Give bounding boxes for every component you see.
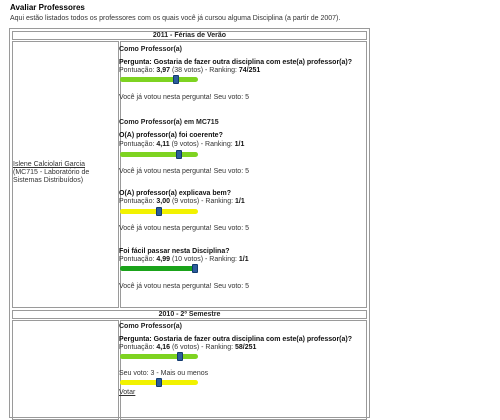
score-value: 3,00 (156, 198, 170, 205)
already-voted-text: Você já votou nesta pergunta! Seu voto: … (119, 225, 249, 232)
score-label: Pontuação: (119, 141, 157, 148)
vote-button[interactable]: Votar (119, 389, 135, 396)
rating-fill (120, 209, 159, 214)
rating-fill (120, 152, 181, 157)
question-text: O(A) professor(a) foi coerente? (119, 132, 223, 139)
score-label: Pontuação: (119, 198, 157, 205)
score-label: Pontuação: (119, 67, 157, 74)
ranking-label: - Ranking: (203, 256, 239, 263)
rating-handle (177, 352, 183, 361)
teacher-cell (12, 320, 119, 420)
score-value: 3,97 (156, 67, 170, 74)
rating-fill (120, 354, 182, 359)
vote-count: (9 votos) (171, 141, 199, 148)
vote-count: (38 votos) (171, 67, 204, 74)
ranking-label: - Ranking: (203, 67, 239, 74)
rating-slider (120, 264, 198, 273)
section-header-2010-2nd: 2010 - 2º Semestre (12, 310, 367, 319)
rating-handle (173, 75, 179, 84)
rating-fill (120, 266, 198, 271)
already-voted-text: Você já votou nesta pergunta! Seu voto: … (119, 94, 249, 101)
question-score: Pontuação: 3,00 (9 votos) - Ranking: 1/1 (119, 198, 245, 205)
score-value: 4,11 (156, 141, 170, 148)
teacher-info: Islene Calciolari Garcia (MC715 - Labora… (13, 161, 117, 185)
question-score: Pontuação: 4,99 (10 votos) - Ranking: 1/… (119, 256, 249, 263)
question-score: Pontuação: 4,11 (9 votos) - Ranking: 1/1 (119, 141, 244, 148)
rating-handle (176, 150, 182, 159)
ranking-value: 74/251 (238, 67, 261, 74)
intro-text: Aqui estão listados todos os professores… (10, 15, 341, 22)
evaluation-table: 2011 - Férias de Verão Islene Calciolari… (9, 28, 370, 420)
ranking-label: - Ranking: (199, 344, 235, 351)
ranking-value: 1/1 (238, 256, 249, 263)
rating-slider (120, 150, 198, 159)
score-label: Pontuação: (119, 344, 157, 351)
page-title: Avaliar Professores (10, 3, 85, 12)
ranking-value: 1/1 (234, 141, 245, 148)
teacher-course: (MC715 - Laboratório de Sistemas Distrib… (13, 169, 90, 184)
rating-handle (192, 264, 198, 273)
ranking-label: - Ranking: (198, 141, 235, 148)
vote-slider-handle[interactable] (156, 378, 162, 387)
rating-handle (156, 207, 162, 216)
vote-slider[interactable] (120, 378, 198, 387)
vote-count: (9 votos) (171, 198, 200, 205)
vote-count: (6 votos) (171, 344, 200, 351)
ranking-value: 58/251 (234, 344, 257, 351)
your-vote-text: Seu voto: 3 - Mais ou menos (119, 370, 209, 377)
score-value: 4,99 (156, 256, 170, 263)
ranking-label: - Ranking: (199, 198, 235, 205)
question-text: Pergunta: Gostaria de fazer outra discip… (119, 59, 352, 66)
rating-slider (120, 207, 198, 216)
group-title: Como Professor(a) (119, 323, 183, 330)
rating-slider (120, 352, 198, 361)
section-header-2011-summer: 2011 - Férias de Verão (12, 31, 367, 40)
score-label: Pontuação: (119, 256, 157, 263)
score-value: 4,16 (156, 344, 170, 351)
rating-slider (120, 75, 198, 84)
teacher-name-link[interactable]: Islene Calciolari Garcia (13, 161, 85, 168)
question-text: Pergunta: Gostaria de fazer outra discip… (119, 336, 352, 343)
ranking-value: 1/1 (234, 198, 245, 205)
question-text: O(A) professor(a) explicava bem? (119, 190, 232, 197)
rating-fill (120, 77, 178, 82)
question-score: Pontuação: 4,16 (6 votos) - Ranking: 58/… (119, 344, 256, 351)
group-title: Como Professor(a) (119, 46, 183, 53)
vote-fill (120, 380, 159, 385)
group-title: Como Professor(a) em MC715 (119, 119, 219, 126)
already-voted-text: Você já votou nesta pergunta! Seu voto: … (119, 283, 249, 290)
question-score: Pontuação: 3,97 (38 votos) - Ranking: 74… (119, 67, 260, 74)
question-text: Foi fácil passar nesta Disciplina? (119, 248, 230, 255)
already-voted-text: Você já votou nesta pergunta! Seu voto: … (119, 168, 249, 175)
vote-count: (10 votos) (171, 256, 204, 263)
